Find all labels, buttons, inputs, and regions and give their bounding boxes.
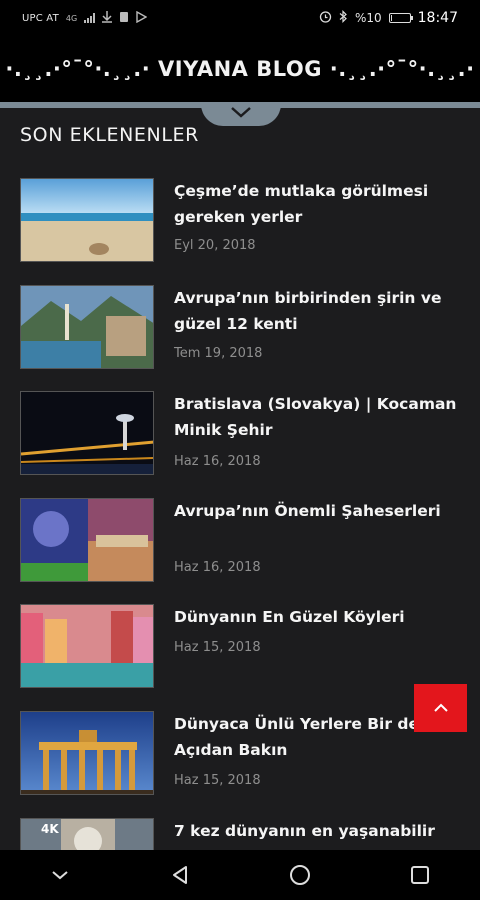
battery-percent: %10 [354,11,382,25]
post-date: Haz 16, 2018 [174,454,261,469]
notification-icon [119,11,129,26]
network-icon: 4G [65,13,78,23]
post-thumbnail[interactable] [20,711,154,795]
play-store-icon [136,10,148,26]
post-item[interactable]: Avrupa’nın Önemli Şaheserleri Haz 16, 20… [20,498,460,588]
post-thumbnail[interactable] [20,391,154,475]
post-date: Haz 15, 2018 [174,773,261,788]
post-title[interactable]: Avrupa’nın birbirinden şirin ve güzel 12… [174,285,464,337]
post-thumbnail[interactable] [20,604,154,688]
download-icon [102,10,113,26]
recents-icon [411,866,429,884]
post-item[interactable]: Dünyanın En Güzel Köyleri Haz 15, 2018 [20,604,460,694]
status-bar: UPC AT 4G %10 18:47 [0,0,480,36]
blog-title[interactable]: ·.¸¸.·°¯°·.¸¸.· VIYANA BLOG ·.¸¸.·°¯°·.¸… [5,57,474,81]
post-item[interactable]: Çeşme’de mutlaka görülmesi gereken yerle… [20,178,460,268]
post-thumbnail[interactable] [20,178,154,262]
post-title[interactable]: Avrupa’nın Önemli Şaheserleri [174,498,464,524]
home-button[interactable] [275,850,325,900]
quality-badge: 4K [41,822,59,836]
menu-toggle-button[interactable] [201,104,281,126]
post-title[interactable]: Dünyanın En Güzel Köyleri [174,604,464,630]
system-nav-bar [0,850,480,900]
chevron-down-icon [231,107,251,118]
post-item[interactable]: Dünyaca Ünlü Yerlere Bir de Bu Açıdan Ba… [20,711,460,801]
post-thumbnail[interactable]: 4K [20,818,154,850]
home-icon [290,865,310,885]
post-date: Haz 15, 2018 [174,640,261,655]
scroll-to-top-button[interactable] [414,684,467,732]
app-header: ·.¸¸.·°¯°·.¸¸.· VIYANA BLOG ·.¸¸.·°¯°·.¸… [0,36,480,102]
post-date: Haz 16, 2018 [174,560,261,575]
clock: 18:47 [417,10,458,26]
back-icon [173,866,187,884]
post-title[interactable]: Bratislava (Slovakya) | Kocaman Minik Şe… [174,391,464,443]
post-thumbnail[interactable] [20,285,154,369]
recents-button[interactable] [395,850,445,900]
signal-icon [84,13,96,23]
post-title[interactable]: Çeşme’de mutlaka görülmesi gereken yerle… [174,178,464,230]
post-item[interactable]: Bratislava (Slovakya) | Kocaman Minik Şe… [20,391,460,481]
carrier-label: UPC AT [22,12,59,24]
hide-keyboard-button[interactable] [35,850,85,900]
post-date: Eyl 20, 2018 [174,238,256,253]
post-item[interactable]: Avrupa’nın birbirinden şirin ve güzel 12… [20,285,460,375]
post-title[interactable]: 7 kez dünyanın en yaşanabilir şehri olan… [174,818,460,850]
back-button[interactable] [155,850,205,900]
post-thumbnail[interactable] [20,498,154,582]
post-item[interactable]: 4K 7 kez dünyanın en yaşanabilir şehri o… [20,818,460,850]
bluetooth-icon [339,10,348,26]
post-date: Tem 19, 2018 [174,346,263,361]
chevron-up-icon [433,703,448,712]
chevron-down-icon [52,871,68,880]
battery-icon [388,13,413,23]
section-title: SON EKLENENLER [20,124,199,146]
alarm-icon [319,10,332,26]
